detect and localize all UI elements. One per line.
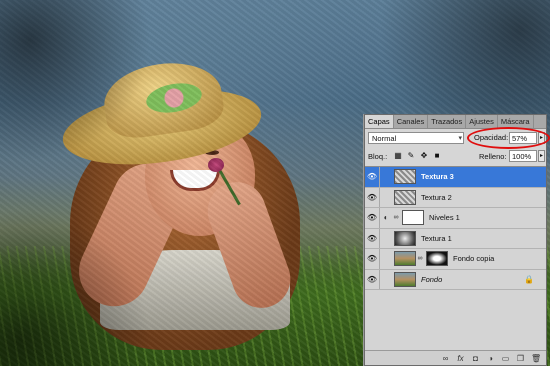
link-icon[interactable]: ∞ [441,354,450,363]
visibility-eye-icon[interactable]: 👁 [365,187,380,207]
layer-thumbnail [394,169,416,185]
visibility-eye-icon[interactable]: 👁 [365,249,380,269]
fx-icon[interactable]: fx [456,354,465,363]
lock-all-icon[interactable]: ■ [433,151,441,160]
chevron-down-icon: ▾ [458,135,462,142]
layer-row[interactable]: 👁 Textura 2 [365,187,546,208]
blend-mode-value: Normal [372,134,397,143]
layer-mask-thumbnail [402,210,424,226]
layer-row[interactable]: 👁 Textura 3 [365,167,546,188]
layer-thumbnail [394,189,416,205]
fill-input[interactable]: 100% [509,150,537,162]
lock-paint-icon[interactable]: ✎ [407,151,415,160]
layer-name: Niveles 1 [429,213,460,223]
tab-mascara[interactable]: Máscara [498,115,534,128]
layer-mask-thumbnail [426,251,448,267]
layer-row[interactable]: 👁 ◐ ∞ Niveles 1 [365,208,546,229]
mask-link-icon[interactable]: ∞ [416,255,424,262]
visibility-eye-icon[interactable]: 👁 [365,228,380,248]
lock-icon: 🔒 [524,274,534,284]
layer-thumbnail [394,271,416,287]
group-icon[interactable]: ▭ [501,354,510,363]
adjustment-icon[interactable]: ◑ [486,354,495,363]
layer-row[interactable]: 👁 ∞ Fondo copia [365,249,546,270]
layer-name: Textura 2 [421,192,452,202]
new-layer-icon[interactable]: ❐ [516,354,525,363]
tab-canales[interactable]: Canales [394,115,429,128]
layer-name: Textura 1 [421,233,452,243]
opacity-input[interactable]: 57% [509,132,537,144]
layer-row[interactable]: 👁 Fondo 🔒 [365,269,546,290]
fill-label: Relleno: [479,152,507,161]
lock-transparency-icon[interactable]: ▦ [394,151,402,160]
visibility-eye-icon[interactable]: 👁 [365,167,380,187]
tab-trazados[interactable]: Trazados [428,115,467,128]
lock-options: ▦ ✎ ✥ ■ [394,151,441,160]
mask-link-icon[interactable]: ∞ [392,214,400,221]
tab-ajustes[interactable]: Ajustes [466,115,498,128]
fill-slider-button[interactable]: ▸ [538,150,545,162]
layer-thumbnail [394,230,416,246]
adjustment-icon: ◐ [383,213,389,223]
layers-list: 👁 Textura 3 👁 Textura 2 👁 ◐ ∞ Niveles 1 … [365,166,546,350]
trash-icon[interactable]: 🗑 [531,354,541,363]
panel-tabs: Capas Canales Trazados Ajustes Máscara [365,115,546,129]
layer-name: Textura 3 [421,172,454,182]
layer-name: Fondo copia [453,254,495,264]
lock-label: Bloq.: [368,152,388,161]
visibility-eye-icon[interactable]: 👁 [365,208,380,228]
panel-footer: ∞ fx ◘ ◑ ▭ ❐ 🗑 [365,350,546,365]
layer-name: Fondo [421,274,443,284]
layer-thumbnail [394,251,416,267]
tab-capas[interactable]: Capas [365,115,394,128]
add-mask-icon[interactable]: ◘ [471,354,480,363]
visibility-eye-icon[interactable]: 👁 [365,269,380,289]
blend-mode-select[interactable]: Normal ▾ [368,132,464,144]
lock-move-icon[interactable]: ✥ [420,151,428,160]
layers-panel: Capas Canales Trazados Ajustes Máscara N… [364,114,550,366]
opacity-label: Opacidad: [474,133,509,142]
opacity-slider-button[interactable]: ▸ [538,132,545,144]
layer-row[interactable]: 👁 Textura 1 [365,228,546,249]
